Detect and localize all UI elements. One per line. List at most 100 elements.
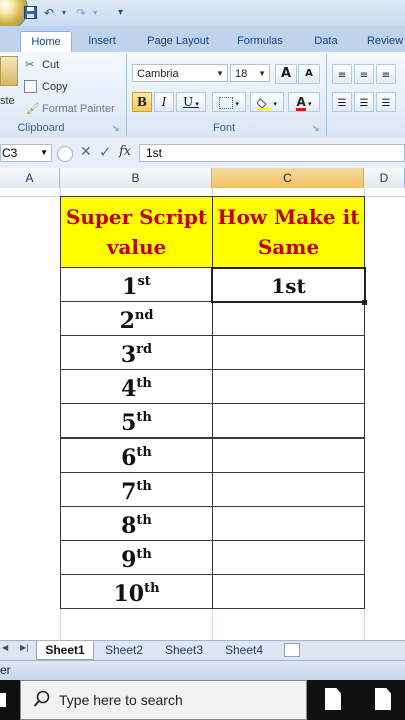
table-row-c[interactable]	[212, 505, 365, 541]
redo-dropdown-icon[interactable]: ▾	[93, 6, 97, 20]
align-bottom-button[interactable]: ≡	[376, 64, 396, 84]
cut-icon[interactable]: ✂	[25, 58, 34, 72]
align-center-button[interactable]: ☰	[354, 92, 374, 112]
customize-icon[interactable]: ▾	[118, 6, 123, 20]
ordinal-number: 5	[121, 410, 137, 437]
quick-access-toolbar: ↶ ▾ ↷ ▾ ▾	[0, 0, 405, 30]
undo-icon[interactable]: ↶	[44, 6, 54, 20]
redo-icon[interactable]: ↷	[76, 6, 86, 20]
format-painter-icon[interactable]: 🖌	[26, 102, 40, 116]
grow-font-button[interactable]: A	[275, 64, 297, 84]
borders-button[interactable]: ▾	[212, 92, 246, 112]
file-icon[interactable]	[375, 688, 391, 710]
format-painter-button[interactable]: Format Painter	[42, 102, 115, 116]
font-size-combo[interactable]: 18 ▼	[230, 64, 270, 82]
paste-icon[interactable]	[0, 56, 18, 86]
table-row-b[interactable]: 6th	[60, 437, 213, 473]
table-row-c[interactable]	[212, 573, 365, 609]
header-cell-c[interactable]: How Make it Same	[212, 196, 365, 268]
align-middle-button[interactable]: ≡	[354, 64, 374, 84]
table-row-c[interactable]	[212, 437, 365, 473]
table-row-c[interactable]	[212, 369, 365, 405]
name-box[interactable]: C3 ▼	[0, 144, 52, 162]
underline-button[interactable]: U ▾	[176, 92, 206, 112]
start-button[interactable]	[0, 693, 6, 707]
tab-home[interactable]: Home	[20, 31, 72, 53]
table-row-b[interactable]: 9th	[60, 539, 213, 575]
grow-font-icon: A	[280, 66, 292, 81]
sheet-tab-sheet1[interactable]: Sheet1	[36, 641, 94, 660]
cut-button[interactable]: Cut	[42, 58, 59, 72]
ordinal-number: 10	[113, 580, 145, 607]
table-row-c[interactable]	[212, 301, 365, 337]
insert-function-icon[interactable]: fx	[119, 144, 131, 159]
tab-review[interactable]: Review	[362, 31, 405, 51]
header-cell-b[interactable]: Super Script value	[60, 196, 213, 268]
fill-bucket-icon	[256, 97, 272, 110]
tab-insert[interactable]: Insert	[80, 31, 124, 51]
paste-label[interactable]: ste	[0, 94, 15, 108]
column-header-a[interactable]: A	[0, 168, 60, 188]
column-header-d[interactable]: D	[364, 168, 405, 188]
font-name-combo[interactable]: Cambria ▼	[132, 64, 228, 82]
align-right-button[interactable]: ☰	[376, 92, 396, 112]
header-b-line1: Super Script	[65, 205, 208, 229]
table-row-b[interactable]: 1st	[60, 267, 213, 303]
table-row-b[interactable]: 8th	[60, 505, 213, 541]
ordinal-suffix: rd	[136, 342, 153, 358]
sheet-tab-sheet3[interactable]: Sheet3	[156, 641, 212, 659]
tab-page-layout[interactable]: Page Layout	[140, 31, 216, 51]
table-row-c[interactable]	[212, 335, 365, 371]
fill-color-button[interactable]: ▾	[250, 92, 284, 112]
table-row-b[interactable]: 7th	[60, 471, 213, 507]
first-sheet-icon[interactable]: ◀	[2, 643, 8, 652]
table-row-b[interactable]: 2nd	[60, 301, 213, 337]
align-left-button[interactable]: ☰	[332, 92, 352, 112]
borders-icon	[219, 96, 234, 109]
clipboard-launcher-icon[interactable]: ↘	[112, 124, 120, 134]
font-launcher-icon[interactable]: ↘	[312, 124, 320, 134]
formula-input[interactable]: 1st	[139, 144, 405, 162]
ordinal-number: 2	[119, 308, 135, 335]
ordinal-suffix: th	[144, 580, 160, 596]
worksheet-grid[interactable]: Super Script value How Make it Same 1st 1…	[0, 188, 405, 640]
save-icon[interactable]	[24, 6, 37, 20]
table-row-b[interactable]: 4th	[60, 369, 213, 405]
tab-formulas[interactable]: Formulas	[232, 31, 288, 51]
bold-button[interactable]: B	[132, 92, 152, 112]
copy-icon[interactable]	[24, 80, 37, 93]
sheet-tab-sheet4[interactable]: Sheet4	[216, 641, 272, 659]
tab-data[interactable]: Data	[308, 31, 344, 51]
table-row-b[interactable]: 10th	[60, 573, 213, 609]
column-header-b[interactable]: B	[60, 168, 212, 188]
enter-icon[interactable]: ✓	[99, 143, 112, 161]
ordinal-number: 7	[121, 478, 137, 505]
expand-icon[interactable]	[57, 146, 73, 162]
table-row-c[interactable]	[212, 403, 365, 439]
undo-dropdown-icon[interactable]: ▾	[62, 6, 66, 20]
last-sheet-icon[interactable]: ▶|	[20, 643, 29, 652]
copy-button[interactable]: Copy	[42, 80, 68, 94]
italic-button[interactable]: I	[154, 92, 174, 112]
file-icon[interactable]	[325, 688, 341, 710]
table-row-b[interactable]: 5th	[60, 403, 213, 439]
align-top-button[interactable]: ≡	[332, 64, 352, 84]
group-divider	[326, 54, 327, 136]
align-bottom-icon: ≡	[381, 70, 391, 81]
ordinal-number: 8	[121, 512, 137, 539]
insert-sheet-icon[interactable]	[284, 643, 300, 657]
column-header-c[interactable]: C	[212, 168, 364, 188]
shrink-font-button[interactable]: A	[298, 64, 320, 84]
search-icon	[33, 690, 51, 712]
table-row-c[interactable]: 1st	[212, 267, 365, 303]
taskbar-search-box[interactable]: Type here to search	[20, 680, 307, 720]
cancel-icon[interactable]: ✕	[80, 144, 92, 160]
table-row-c[interactable]	[212, 539, 365, 575]
font-color-button[interactable]: A ▾	[288, 92, 320, 112]
fill-handle[interactable]	[362, 300, 367, 305]
ordinal-suffix: th	[136, 546, 152, 562]
sheet-tab-sheet2[interactable]: Sheet2	[96, 641, 152, 659]
table-row-c[interactable]	[212, 471, 365, 507]
table-row-b[interactable]: 3rd	[60, 335, 213, 371]
header-b-line2: value	[106, 235, 167, 259]
